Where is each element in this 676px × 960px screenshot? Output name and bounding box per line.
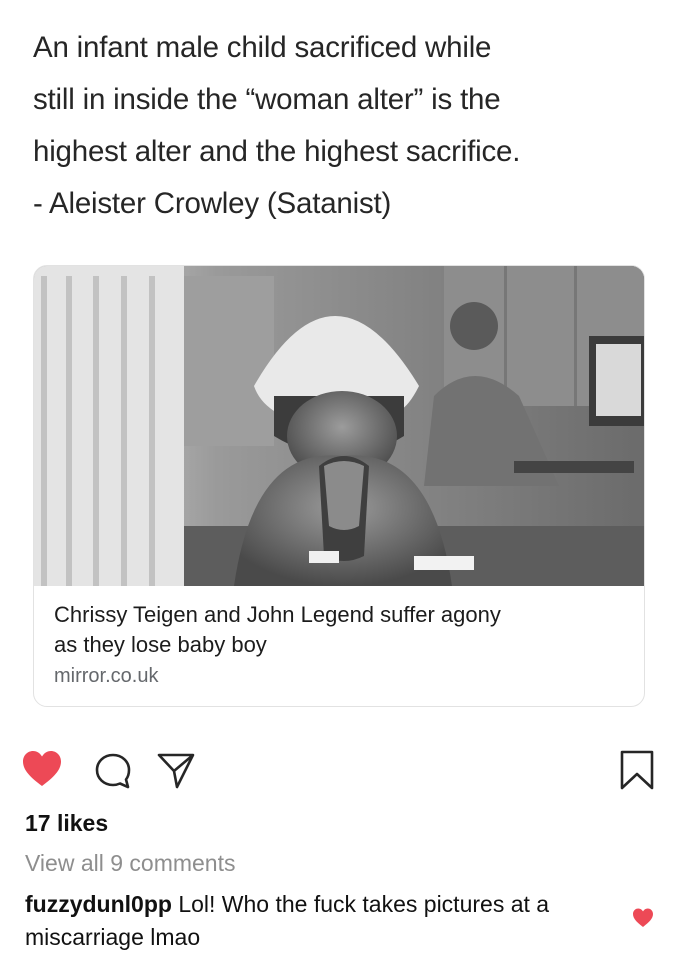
- quote-text: An infant male child sacrificed while st…: [33, 22, 653, 230]
- comment-bubble-icon[interactable]: [94, 752, 132, 795]
- link-preview-image: [34, 266, 644, 586]
- quote-attribution: - Aleister Crowley (Satanist): [33, 187, 392, 220]
- link-preview-title-line: as they lose baby boy: [54, 632, 267, 657]
- post-action-bar: [22, 748, 654, 792]
- comment-username[interactable]: fuzzydunl0pp: [25, 891, 172, 917]
- view-all-comments-link[interactable]: View all 9 comments: [25, 850, 236, 877]
- link-preview-card[interactable]: Chrissy Teigen and John Legend suffer ag…: [33, 265, 645, 707]
- quote-line: still in inside the “woman alter” is the: [33, 83, 501, 116]
- paper-plane-icon[interactable]: [157, 752, 195, 795]
- bookmark-icon[interactable]: [620, 750, 654, 795]
- quote-line: An infant male child sacrificed while: [33, 31, 492, 64]
- like-heart-icon[interactable]: [22, 750, 62, 793]
- comment-item: fuzzydunl0pp Lol! Who the fuck takes pic…: [25, 888, 615, 954]
- quote-line: highest alter and the highest sacrifice.: [33, 135, 521, 168]
- link-preview-title[interactable]: Chrissy Teigen and John Legend suffer ag…: [54, 600, 629, 660]
- likes-count[interactable]: 17 likes: [25, 810, 108, 837]
- comment-like-heart-icon[interactable]: [632, 908, 654, 933]
- link-preview-title-line: Chrissy Teigen and John Legend suffer ag…: [54, 602, 501, 627]
- link-preview-source[interactable]: mirror.co.uk: [54, 661, 629, 691]
